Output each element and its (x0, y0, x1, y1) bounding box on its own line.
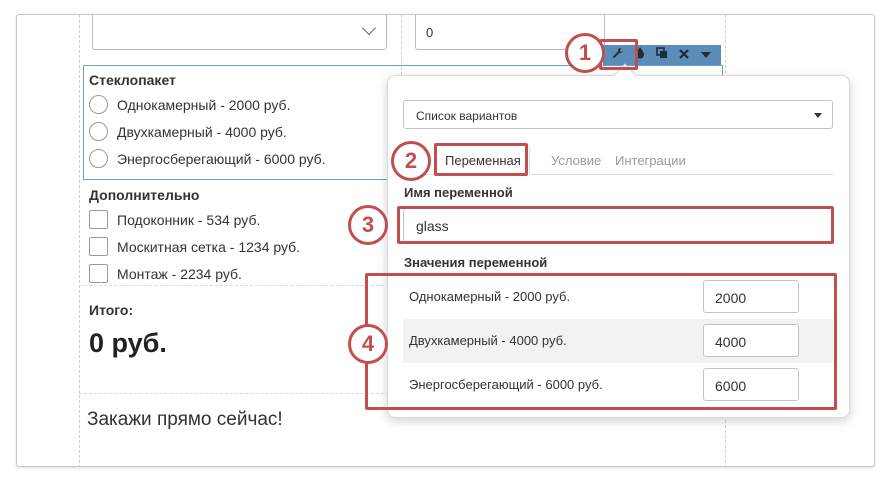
row-guide (79, 285, 399, 286)
row-guide (79, 393, 399, 394)
total-label: Итого: (89, 302, 134, 318)
order-now-text: Закажи прямо сейчас! (87, 409, 283, 430)
callout-badge: 1 (565, 33, 605, 73)
highlight-box (434, 143, 528, 176)
extra-option[interactable]: Подоконник - 534 руб. (89, 210, 260, 229)
extra-option-label: Подоконник - 534 руб. (117, 211, 261, 228)
glass-option-label: Энергосберегающий - 6000 руб. (117, 150, 326, 167)
extra-option[interactable]: Москитная сетка - 1234 руб. (89, 237, 300, 256)
variable-name-label: Имя переменной (404, 185, 513, 200)
radio-button[interactable] (89, 149, 108, 168)
extra-option[interactable]: Монтаж - 2234 руб. (89, 264, 242, 283)
copy-icon[interactable] (654, 47, 670, 63)
highlight-box (365, 273, 837, 410)
callout-badge: 3 (348, 205, 388, 245)
callout-badge: 2 (391, 141, 431, 181)
tab-condition[interactable]: Условие (551, 145, 601, 175)
extra-option-label: Монтаж - 2234 руб. (117, 265, 242, 282)
tab-integrations[interactable]: Интеграции (615, 145, 686, 175)
radio-button[interactable] (89, 122, 108, 141)
extra-title: Дополнительно (89, 187, 200, 203)
checkbox[interactable] (89, 237, 108, 256)
close-icon[interactable] (676, 47, 692, 63)
checkbox[interactable] (89, 264, 108, 283)
extra-option-label: Москитная сетка - 1234 руб. (117, 238, 301, 255)
glass-title: Стеклопакет (89, 72, 176, 88)
caret-down-icon[interactable] (698, 47, 714, 63)
highlight-box (397, 206, 834, 244)
top-select[interactable] (92, 15, 387, 50)
column-guide (79, 15, 80, 466)
glass-option-label: Однокамерный - 2000 руб. (117, 96, 291, 113)
callout-badge: 4 (348, 324, 388, 364)
glass-option-label: Двухкамерный - 4000 руб. (117, 123, 287, 140)
total-value: 0 руб. (89, 328, 167, 358)
field-type-select[interactable]: Список вариантов (403, 100, 833, 129)
chevron-down-icon (361, 20, 377, 36)
glass-option[interactable]: Энергосберегающий - 6000 руб. (89, 149, 326, 168)
variable-values-label: Значения переменной (404, 255, 548, 270)
checkbox[interactable] (89, 210, 108, 229)
field-type-value: Список вариантов (416, 109, 518, 123)
radio-button[interactable] (89, 95, 108, 114)
glass-option[interactable]: Двухкамерный - 4000 руб. (89, 122, 287, 141)
glass-option[interactable]: Однокамерный - 2000 руб. (89, 95, 290, 114)
form-editor-frame: 0 Стеклопакет Однокамерный - 2000 руб. Д… (16, 14, 875, 467)
caret-down-icon (814, 113, 822, 118)
